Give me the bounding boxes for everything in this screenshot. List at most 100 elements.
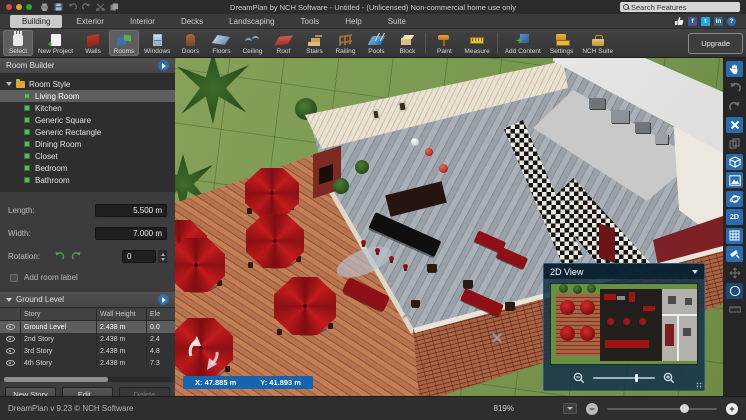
view-2d-button[interactable]: 2D <box>726 209 743 225</box>
tree-item-generic-rectangle[interactable]: Generic Rectangle <box>0 126 175 138</box>
save-icon[interactable] <box>54 3 63 11</box>
zoom-out-icon[interactable] <box>573 372 585 384</box>
tab-suite[interactable]: Suite <box>376 15 418 28</box>
rotate-ccw-icon[interactable] <box>54 251 65 262</box>
twitter-icon[interactable]: t <box>701 17 710 26</box>
tab-help[interactable]: Help <box>333 15 373 28</box>
doors-button[interactable]: Doors <box>175 30 205 56</box>
railing-button[interactable]: Railing <box>330 30 360 56</box>
story-row-3rd-story[interactable]: 3rd Story2.438 m4.8 <box>0 345 175 357</box>
stairs-button[interactable]: Stairs <box>299 30 329 56</box>
minimize-window-button[interactable] <box>16 4 22 10</box>
rotate-cw-icon[interactable] <box>71 251 82 262</box>
zoom-in-icon[interactable] <box>663 372 675 384</box>
tab-interior[interactable]: Interior <box>118 15 167 28</box>
zoom-in-button[interactable]: + <box>726 403 738 415</box>
story-row-4th-story[interactable]: 4th Story2.438 m7.3 <box>0 357 175 369</box>
collapse-stories-button[interactable] <box>158 294 169 305</box>
orbit-view-button[interactable] <box>726 191 743 207</box>
paint-roller-button[interactable] <box>726 246 743 262</box>
tree-root-room-style[interactable]: Room Style <box>0 78 175 90</box>
view-2d-header[interactable]: 2D View <box>544 264 704 279</box>
eye-icon[interactable] <box>6 360 15 366</box>
rotation-stepper[interactable] <box>158 250 167 263</box>
close-window-button[interactable] <box>6 4 12 10</box>
new-project-button[interactable]: +New Project <box>34 30 77 56</box>
rotation-field[interactable]: 0 <box>122 250 156 263</box>
compass-button[interactable] <box>726 283 743 299</box>
add-content-button[interactable]: Add Content <box>501 30 545 56</box>
walls-button[interactable]: Walls <box>78 30 108 56</box>
minimap-zoom-slider[interactable] <box>593 377 655 379</box>
roof-button[interactable]: Roof <box>268 30 298 56</box>
pools-button[interactable]: Pools <box>361 30 391 56</box>
print-icon[interactable] <box>40 3 49 11</box>
tree-item-kitchen[interactable]: Kitchen <box>0 102 175 114</box>
tab-landscaping[interactable]: Landscaping <box>217 15 286 28</box>
pendant-lamp <box>425 148 433 156</box>
add-content-icon <box>516 34 529 46</box>
search-icon <box>623 4 629 10</box>
resize-grip[interactable] <box>696 382 703 389</box>
zoom-slider[interactable] <box>607 408 717 410</box>
search-box[interactable] <box>620 2 740 12</box>
block-button[interactable]: Block <box>392 30 422 56</box>
width-field[interactable]: 7.000 m <box>95 227 167 240</box>
story-row-ground-level[interactable]: Ground Level2.438 m0.0 <box>0 321 175 333</box>
dining-table <box>463 280 473 288</box>
delete-button[interactable] <box>726 117 743 133</box>
patio-umbrella <box>175 238 225 296</box>
linkedin-icon[interactable]: in <box>714 17 723 26</box>
cut-icon[interactable] <box>96 3 105 11</box>
length-field[interactable]: 5.500 m <box>95 204 167 217</box>
grid-toggle-button[interactable] <box>726 228 743 244</box>
upgrade-button[interactable]: Upgrade <box>688 33 743 54</box>
tree-item-generic-square[interactable]: Generic Square <box>0 114 175 126</box>
ceiling-button[interactable]: Ceiling <box>237 30 267 56</box>
tree-item-bedroom[interactable]: Bedroom <box>0 162 175 174</box>
eye-icon[interactable] <box>6 336 15 342</box>
tab-exterior[interactable]: Exterior <box>64 15 116 28</box>
stories-horizontal-scrollbar[interactable] <box>4 377 171 382</box>
eye-icon[interactable] <box>6 324 15 330</box>
floors-button[interactable]: Floors <box>206 30 236 56</box>
story-row-2nd-story[interactable]: 2nd Story2.438 m2.4 <box>0 333 175 345</box>
tab-building[interactable]: Building <box>10 15 62 28</box>
floorplan-minimap[interactable] <box>551 284 697 364</box>
view-3d-button[interactable] <box>726 154 743 170</box>
windows-button[interactable]: Windows <box>140 30 174 56</box>
paint-button[interactable]: Paint <box>429 30 459 56</box>
chevron-down-icon[interactable] <box>692 270 698 274</box>
tree-item-closet[interactable]: Closet <box>0 150 175 162</box>
zoom-out-button[interactable]: − <box>586 403 598 415</box>
tab-decks[interactable]: Decks <box>169 15 215 28</box>
zoom-preset-dropdown[interactable] <box>563 403 577 414</box>
zoom-window-button[interactable] <box>26 4 32 10</box>
help-icon[interactable]: ? <box>727 17 736 26</box>
stories-title: Ground Level <box>16 295 64 304</box>
redo-icon[interactable] <box>82 3 91 11</box>
cursor-coordinates: X: 47.885 m Y: 41.893 m <box>183 376 313 389</box>
rooms-button[interactable]: Rooms <box>109 30 139 56</box>
tree-item-dining-room[interactable]: Dining Room <box>0 138 175 150</box>
undo-icon[interactable] <box>68 3 77 11</box>
measure-button[interactable]: Measure <box>460 30 493 56</box>
tree-item-bathroom[interactable]: Bathroom <box>0 174 175 186</box>
tab-tools[interactable]: Tools <box>289 15 332 28</box>
collapse-panel-button[interactable] <box>158 60 169 71</box>
like-icon[interactable] <box>674 16 684 26</box>
select-hand-button[interactable] <box>726 61 743 77</box>
add-room-label-checkbox[interactable] <box>10 274 18 282</box>
zoom-slider-handle[interactable] <box>680 404 689 413</box>
rotate-handle[interactable] <box>181 330 227 376</box>
facebook-icon[interactable]: f <box>688 17 697 26</box>
select-tool-button[interactable]: Select <box>3 30 33 56</box>
background-image-button[interactable] <box>726 172 743 188</box>
viewport-3d[interactable]: X: 47.885 m Y: 41.893 m 2D View <box>175 58 723 396</box>
tree-item-living-room[interactable]: Living Room <box>0 90 175 102</box>
settings-button[interactable]: Settings <box>546 30 578 56</box>
copy-icon[interactable] <box>110 3 119 11</box>
eye-icon[interactable] <box>6 348 15 354</box>
nch-suite-button[interactable]: NCH Suite <box>578 30 617 56</box>
search-input[interactable] <box>631 3 737 12</box>
